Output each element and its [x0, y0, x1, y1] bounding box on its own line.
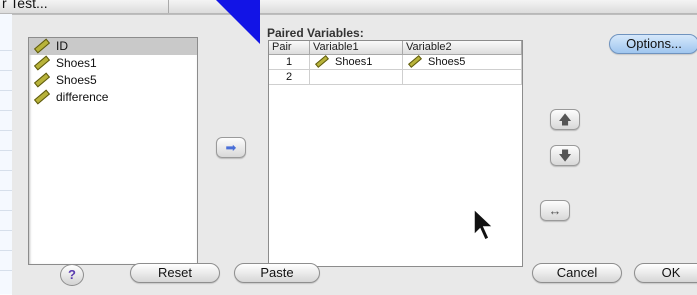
pair-number: 2 — [269, 69, 310, 85]
move-down-button[interactable]: 🡇 — [550, 145, 580, 166]
pair-number: 1 — [269, 54, 310, 70]
paired-variables-label: Paired Variables: — [267, 26, 364, 40]
column-header-pair[interactable]: Pair — [269, 41, 310, 55]
variable-label: Shoes5 — [56, 73, 97, 87]
reset-button[interactable]: Reset — [130, 263, 220, 283]
paired-t-test-dialog: ID Shoes1 Shoes5 difference ➡ Paired Var… — [12, 14, 697, 295]
variable-item-difference[interactable]: difference — [29, 89, 197, 106]
ok-button[interactable]: OK — [634, 263, 697, 283]
annotation-pointer-arrow — [216, 0, 260, 44]
right-arrow-icon: ➡ — [225, 140, 237, 155]
scale-variable-icon — [33, 38, 51, 54]
scale-variable-icon — [315, 54, 329, 68]
variable2-value: Shoes5 — [428, 56, 466, 68]
variable-item-id[interactable]: ID — [29, 38, 197, 55]
swap-icon: ↔ — [548, 203, 562, 218]
help-button[interactable]: ? — [60, 264, 84, 286]
scale-variable-icon — [33, 72, 51, 88]
mouse-cursor-icon — [473, 208, 495, 242]
title-divider — [168, 0, 169, 13]
variable-label: Shoes1 — [56, 56, 97, 70]
table-row[interactable]: 1 Shoes1 Shoes5 — [269, 54, 522, 70]
window-title: r Test... — [2, 0, 48, 11]
variable-label: ID — [56, 39, 68, 53]
window-title-bar: r Test... — [0, 0, 697, 14]
variable-item-shoes1[interactable]: Shoes1 — [29, 55, 197, 72]
move-up-button[interactable]: 🡅 — [550, 109, 580, 130]
table-row[interactable]: 2 — [269, 69, 522, 85]
variable1-cell[interactable] — [309, 69, 403, 85]
variable2-cell[interactable] — [402, 69, 522, 85]
column-header-variable2[interactable]: Variable2 — [402, 41, 522, 55]
swap-variables-button[interactable]: ↔ — [540, 200, 570, 221]
scale-variable-icon — [408, 54, 422, 68]
scale-variable-icon — [33, 89, 51, 105]
variable1-value: Shoes1 — [335, 56, 373, 68]
variable2-cell[interactable]: Shoes5 — [402, 54, 522, 70]
up-arrow-icon: 🡅 — [558, 112, 572, 127]
options-button[interactable]: Options... — [609, 34, 697, 54]
paste-button[interactable]: Paste — [234, 263, 320, 283]
move-to-paired-button[interactable]: ➡ — [216, 137, 246, 158]
variable1-cell[interactable]: Shoes1 — [309, 54, 403, 70]
variable-item-shoes5[interactable]: Shoes5 — [29, 72, 197, 89]
column-header-variable1[interactable]: Variable1 — [309, 41, 403, 55]
source-variable-list[interactable]: ID Shoes1 Shoes5 difference — [28, 37, 198, 265]
down-arrow-icon: 🡇 — [558, 148, 572, 163]
variable-label: difference — [56, 90, 109, 104]
cancel-button[interactable]: Cancel — [532, 263, 622, 283]
scale-variable-icon — [33, 55, 51, 71]
